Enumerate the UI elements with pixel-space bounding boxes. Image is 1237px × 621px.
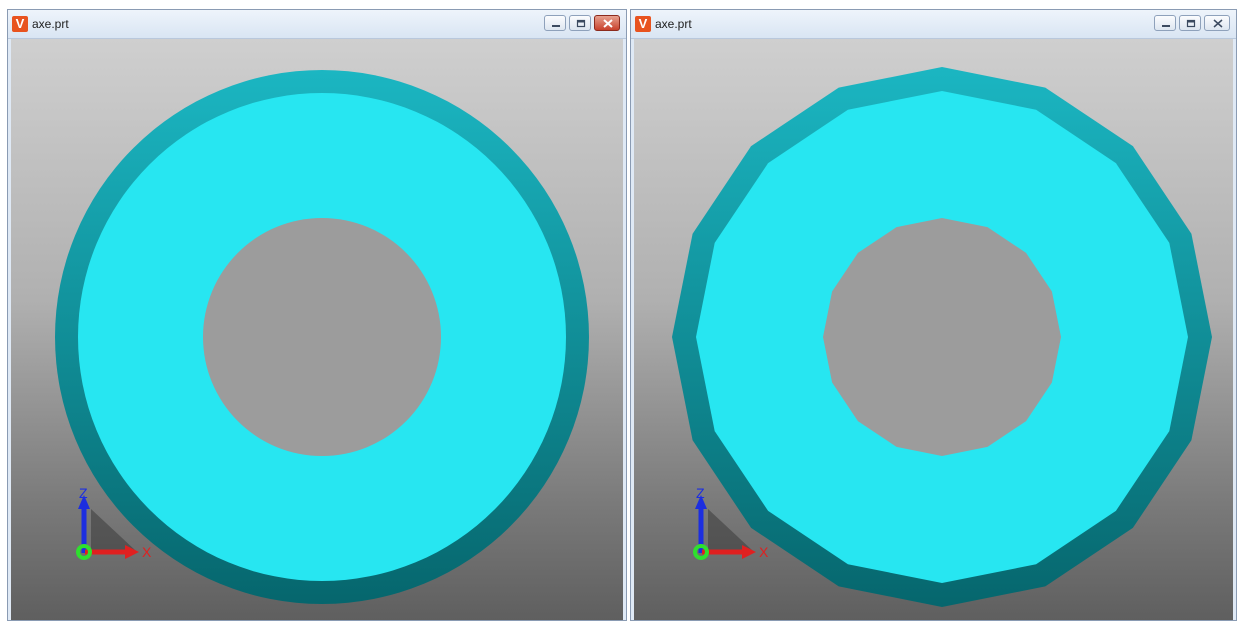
z-axis-label: Z — [696, 485, 705, 501]
viewer-window-right[interactable]: V axe.prt Z X — [630, 9, 1237, 621]
z-axis-label: Z — [79, 485, 88, 501]
app-logo-icon: V — [12, 16, 28, 32]
x-axis-label: X — [142, 544, 152, 560]
restore-button[interactable] — [1179, 15, 1201, 31]
app-logo-icon: V — [635, 16, 651, 32]
window-title: axe.prt — [32, 17, 69, 31]
title-bar[interactable]: V axe.prt — [8, 10, 626, 39]
minimize-button[interactable] — [544, 15, 566, 31]
restore-icon — [1186, 19, 1196, 28]
axis-triad: Z X — [693, 485, 769, 560]
title-bar[interactable]: V axe.prt — [631, 10, 1236, 39]
left-margin — [0, 0, 7, 621]
close-icon — [603, 19, 613, 28]
minimize-button[interactable] — [1154, 15, 1176, 31]
close-button[interactable] — [1204, 15, 1230, 31]
restore-button[interactable] — [569, 15, 591, 31]
window-controls — [541, 15, 620, 31]
x-axis-label: X — [759, 544, 769, 560]
close-button[interactable] — [594, 15, 620, 31]
3d-viewport[interactable]: Z X — [634, 39, 1233, 620]
axis-triad: Z X — [76, 485, 152, 560]
window-title: axe.prt — [655, 17, 692, 31]
minimize-icon — [1162, 25, 1170, 27]
3d-viewport[interactable]: Z X — [11, 39, 623, 620]
window-controls — [1151, 15, 1230, 31]
viewer-window-left[interactable]: V axe.prt Z X — [7, 9, 627, 621]
restore-icon — [576, 19, 586, 28]
close-icon — [1213, 19, 1223, 28]
minimize-icon — [552, 25, 560, 27]
